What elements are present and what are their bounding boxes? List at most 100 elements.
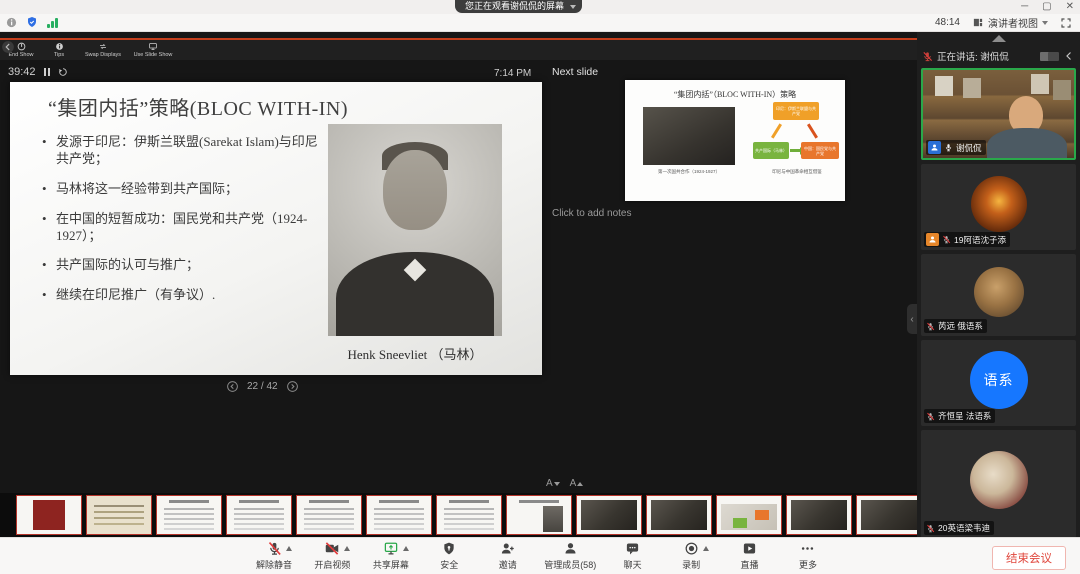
live-stream-label: 直播 — [741, 558, 759, 571]
participant-tiles: 谢侃侃 19阿语沈子添 芮远 俄语系 语系 — [921, 68, 1076, 537]
restart-timer-icon[interactable] — [58, 67, 68, 77]
decrease-notes-font-button[interactable]: A — [546, 478, 560, 489]
use-slide-show-button[interactable]: Use Slide Show — [130, 42, 176, 58]
chat-icon — [625, 541, 640, 556]
slide-bullet-list: 发源于印尼：伊斯兰联盟(Sarekat Islam)与印尼共产党； 马林将这一经… — [40, 134, 322, 317]
caret-up-icon[interactable] — [703, 546, 709, 551]
meeting-timer: 48:14 — [935, 17, 960, 28]
security-button[interactable]: 安全 — [427, 540, 471, 573]
back-arrow-icon[interactable] — [1063, 50, 1075, 62]
watching-screen-pill[interactable]: 您正在观看谢侃侃的屏幕 — [455, 0, 582, 13]
participant-tile[interactable]: 19阿语沈子添 — [921, 164, 1076, 250]
sidebar-collapse-handle[interactable]: ‹ — [907, 304, 917, 334]
record-button[interactable]: 录制 — [669, 540, 713, 573]
slide-bullet: 继续在印尼推广（有争议）. — [40, 287, 322, 304]
pause-timer-icon[interactable] — [44, 68, 50, 76]
increase-notes-font-button[interactable]: A — [570, 478, 584, 489]
slide-thumbnail[interactable] — [226, 495, 292, 535]
more-icon — [800, 541, 815, 556]
info-icon[interactable] — [6, 17, 17, 28]
slide-thumbnail[interactable] — [786, 495, 852, 535]
os-title-bar: 您正在观看谢侃侃的屏幕 ─ ▢ ✕ — [0, 0, 1080, 14]
swap-displays-icon — [98, 42, 108, 51]
participant-tile[interactable]: 语系 齐恒呈 法语系 — [921, 340, 1076, 426]
caret-up-icon[interactable] — [286, 546, 292, 551]
tips-button[interactable]: Tips — [42, 42, 76, 58]
meeting-top-bar: 48:14 演讲者视图 — [0, 14, 1080, 32]
more-button[interactable]: 更多 — [786, 540, 830, 573]
speaker-body — [987, 128, 1067, 160]
slide-thumbnail[interactable] — [86, 495, 152, 535]
collapse-up-icon[interactable] — [992, 35, 1006, 42]
invite-button[interactable]: 邀请 — [486, 540, 530, 573]
use-slide-show-icon — [148, 42, 158, 51]
next-slide-preview[interactable]: “集团内括”（BLOC WITH-IN）策略 第一次国共合作（1924-1927… — [625, 80, 845, 201]
manage-members-button[interactable]: 管理成员(58) — [544, 540, 596, 573]
view-mode-dropdown[interactable]: 演讲者视图 — [972, 15, 1048, 30]
previous-slide-button[interactable] — [226, 380, 239, 393]
screen-share-icon — [383, 541, 399, 556]
slide-thumbnail[interactable] — [366, 495, 432, 535]
avatar: 语系 — [970, 351, 1028, 409]
tips-icon — [55, 42, 64, 51]
next-slide-label: Next slide — [552, 66, 598, 78]
filmstrip-scroll-left-button[interactable] — [1, 40, 15, 54]
next-slide-title: “集团内括”（BLOC WITH-IN）策略 — [625, 89, 845, 100]
slide-thumbnail[interactable] — [506, 495, 572, 535]
participant-tile-speaker[interactable]: 谢侃侃 — [921, 68, 1076, 160]
cohost-badge-icon — [926, 233, 939, 246]
participant-name: 齐恒呈 法语系 — [938, 410, 991, 422]
slide-thumbnail[interactable] — [156, 495, 222, 535]
start-video-button[interactable]: 开启视频 — [310, 540, 354, 573]
video-layout-icon[interactable] — [1040, 52, 1059, 61]
view-mode-label: 演讲者视图 — [988, 15, 1038, 30]
caret-up-icon[interactable] — [344, 546, 350, 551]
slide-thumbnail[interactable] — [436, 495, 502, 535]
slide-thumbnail[interactable] — [576, 495, 642, 535]
font-larger-label: A — [570, 478, 577, 489]
avatar — [970, 451, 1028, 509]
chevron-down-icon — [1042, 21, 1048, 25]
security-shield-icon[interactable] — [26, 16, 38, 28]
avatar-initials: 语系 — [984, 370, 1014, 390]
group-photo-thumbnail — [643, 107, 735, 165]
slide-bullet: 马林将这一经验带到共产国际； — [40, 181, 322, 198]
diagram-connector — [771, 123, 782, 138]
mic-muted-icon — [926, 524, 935, 533]
live-stream-button[interactable]: 直播 — [728, 540, 772, 573]
slide-thumbnail[interactable] — [16, 495, 82, 535]
network-signal-icon[interactable] — [47, 17, 58, 28]
next-slide-button[interactable] — [286, 380, 299, 393]
swap-displays-button[interactable]: Swap Displays — [80, 42, 126, 58]
slide-thumbnail[interactable] — [646, 495, 712, 535]
unmute-button[interactable]: 解除静音 — [252, 540, 296, 573]
unmute-label: 解除静音 — [256, 558, 292, 571]
share-screen-button[interactable]: 共享屏幕 — [369, 540, 413, 573]
diagram-left-box: 共产国际（马林） — [753, 142, 789, 159]
swap-displays-label: Swap Displays — [85, 52, 121, 58]
caret-up-icon[interactable] — [403, 546, 409, 551]
end-meeting-button[interactable]: 结束会议 — [992, 546, 1066, 570]
tips-label: Tips — [54, 52, 64, 58]
minimize-button[interactable]: ─ — [1021, 0, 1028, 13]
slide-thumbnail[interactable] — [856, 495, 917, 535]
chevron-down-icon — [570, 5, 576, 9]
maximize-button[interactable]: ▢ — [1042, 0, 1051, 13]
mic-muted-icon — [267, 541, 282, 556]
members-icon — [563, 541, 578, 556]
presentation-timer: 39:42 — [8, 66, 36, 78]
close-button[interactable]: ✕ — [1066, 0, 1074, 13]
slide-thumbnail[interactable] — [296, 495, 362, 535]
participant-tile[interactable]: 20英语梁韦迪 — [921, 430, 1076, 537]
fullscreen-icon[interactable] — [1060, 17, 1072, 29]
participant-tile[interactable]: 芮远 俄语系 — [921, 254, 1076, 336]
slide-thumbnail[interactable] — [716, 495, 782, 535]
caret-up-icon — [577, 482, 583, 486]
participant-name: 19阿语沈子添 — [954, 234, 1006, 246]
chat-button[interactable]: 聊天 — [611, 540, 655, 573]
current-slide[interactable]: “集团内括”策略(BLOC WITH-IN) 发源于印尼：伊斯兰联盟(Sarek… — [10, 82, 542, 375]
manage-members-label: 管理成员(58) — [544, 558, 596, 571]
diagram-arrow-icon — [790, 149, 800, 152]
notes-placeholder[interactable]: Click to add notes — [552, 208, 632, 219]
group-photo-caption: 第一次国共合作（1924-1927） — [633, 169, 745, 175]
